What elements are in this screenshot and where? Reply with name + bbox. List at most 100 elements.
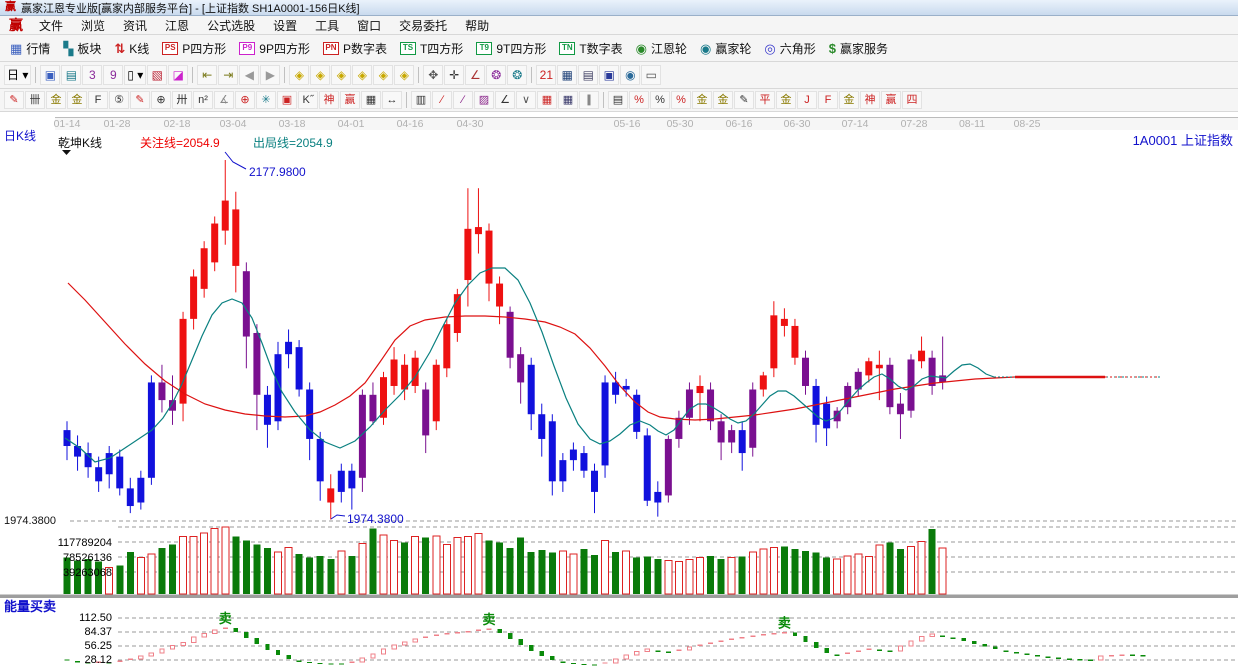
calculator-icon[interactable]: ▦: [557, 65, 577, 85]
gann-wheel-button[interactable]: ◉江恩轮: [630, 38, 693, 59]
fan-purple-tool[interactable]: ∕: [453, 91, 473, 109]
grid-dark-tool[interactable]: ▦: [558, 91, 578, 109]
sectors-button[interactable]: ▚板块: [57, 38, 107, 59]
save-icon[interactable]: ▣: [599, 65, 619, 85]
chart-canvas[interactable]: 01-1401-2802-1803-0403-1804-0104-1604-30…: [0, 117, 1238, 672]
win-angle-tool[interactable]: 赢: [881, 91, 901, 109]
title-bar[interactable]: 赢 赢家江恩专业版[赢家内部服务平台] - [上证指数 SH1A0001-156…: [0, 0, 1238, 16]
gold-angle-tool[interactable]: 金: [839, 91, 859, 109]
ratio-column-tool[interactable]: ▤: [608, 91, 628, 109]
wave3-icon[interactable]: 3: [82, 65, 102, 85]
pen-tool[interactable]: ✎: [4, 91, 24, 109]
gann-diamond-cross[interactable]: ◈: [352, 65, 372, 85]
next-button[interactable]: ▶: [260, 65, 280, 85]
wave9-icon[interactable]: 9: [103, 65, 123, 85]
parallel-lines-tool[interactable]: ∥: [579, 91, 599, 109]
pen-ruler-tool[interactable]: ✎: [130, 91, 150, 109]
first-button[interactable]: ⇤: [197, 65, 217, 85]
gann-diamond-right[interactable]: ◈: [310, 65, 330, 85]
fan-red-tool[interactable]: ∕: [432, 91, 452, 109]
compass-star-tool[interactable]: ✳: [256, 91, 276, 109]
hexagon-button[interactable]: ◎六角形: [758, 38, 821, 59]
pen-black-tool[interactable]: ✎: [734, 91, 754, 109]
pct-line-tool[interactable]: %: [671, 91, 691, 109]
time-cycle-tool[interactable]: ⊕: [151, 91, 171, 109]
grid-red-tool[interactable]: ▦: [537, 91, 557, 109]
prev-button[interactable]: ◀: [239, 65, 259, 85]
f-grid-tool[interactable]: F: [88, 91, 108, 109]
last-button[interactable]: ⇥: [218, 65, 238, 85]
j-angle-tool[interactable]: J: [797, 91, 817, 109]
pct-angle-tool[interactable]: %: [629, 91, 649, 109]
period-selector[interactable]: 日 ▾: [4, 65, 31, 85]
clipboard-icon[interactable]: ▤: [61, 65, 81, 85]
protractor-tool[interactable]: ∡: [214, 91, 234, 109]
gann-diamond-horizontal[interactable]: ◈: [331, 65, 351, 85]
kline-type-dropdown-icon[interactable]: [62, 150, 71, 155]
wheel-small-teal-icon[interactable]: ❂: [507, 65, 527, 85]
p-square-button[interactable]: PSP四方形: [156, 38, 232, 59]
spiral-tool[interactable]: ⑤: [109, 91, 129, 109]
menu-settings[interactable]: 设置: [264, 16, 306, 34]
menu-news[interactable]: 资讯: [114, 16, 156, 34]
candle-style-selector[interactable]: ▯ ▾: [124, 65, 146, 85]
calendar-icon[interactable]: 21: [536, 65, 556, 85]
menu-browse[interactable]: 浏览: [72, 16, 114, 34]
gann-diamond-plus[interactable]: ◈: [394, 65, 414, 85]
gold-circle-tool[interactable]: 金: [692, 91, 712, 109]
menu-formula-pick[interactable]: 公式选股: [198, 16, 264, 34]
crosshair-tool[interactable]: ✛: [444, 65, 464, 85]
v-wave-tool[interactable]: ∨: [516, 91, 536, 109]
gold-line-tool[interactable]: 金: [713, 91, 733, 109]
f-angle-tool[interactable]: F: [818, 91, 838, 109]
notes-icon[interactable]: ▤: [578, 65, 598, 85]
win-grid-tool[interactable]: 赢: [340, 91, 360, 109]
histogram-icon[interactable]: ◪: [168, 65, 188, 85]
p9-square-button[interactable]: P99P四方形: [233, 38, 316, 59]
winner-service-button[interactable]: $赢家服务: [823, 38, 894, 59]
shade-square-tool[interactable]: ▨: [474, 91, 494, 109]
ping-grid-tool[interactable]: 平: [755, 91, 775, 109]
p-table-button[interactable]: PNP数字表: [317, 38, 393, 59]
ratio-tool[interactable]: ▥: [411, 91, 431, 109]
square-target-tool[interactable]: ▣: [277, 91, 297, 109]
kline-button[interactable]: ⇅K线: [108, 38, 155, 59]
gold-line2-tool[interactable]: 金: [776, 91, 796, 109]
volume-bar: [802, 551, 809, 594]
grid-lines-tool[interactable]: 卌: [25, 91, 45, 109]
hand-tool[interactable]: ✥: [423, 65, 443, 85]
n2-tool[interactable]: n²: [193, 91, 213, 109]
gold-grid-tool[interactable]: 金: [46, 91, 66, 109]
angle-zero-tool[interactable]: ∠: [465, 65, 485, 85]
menu-tools[interactable]: 工具: [306, 16, 348, 34]
wheel-small-purple-icon[interactable]: ❂: [486, 65, 506, 85]
save-web-icon[interactable]: ◉: [620, 65, 640, 85]
k-mark-tool[interactable]: K˝: [298, 91, 318, 109]
shen-grid-tool[interactable]: 神: [319, 91, 339, 109]
menu-gann[interactable]: 江恩: [156, 16, 198, 34]
menu-trade[interactable]: 交易委托: [390, 16, 456, 34]
target-red-tool[interactable]: ⊕: [235, 91, 255, 109]
angle-lines-tool[interactable]: ∠: [495, 91, 515, 109]
menu-help[interactable]: 帮助: [456, 16, 498, 34]
h-arrows-tool[interactable]: ↔: [382, 91, 402, 109]
menu-window[interactable]: 窗口: [348, 16, 390, 34]
gann-diamond-star[interactable]: ◈: [373, 65, 393, 85]
grid-123-tool[interactable]: ▦: [361, 91, 381, 109]
shen-angle-tool[interactable]: 神: [860, 91, 880, 109]
winner-wheel-button[interactable]: ◉赢家轮: [694, 38, 757, 59]
gold-grid2-tool[interactable]: 金: [67, 91, 87, 109]
menu-file[interactable]: 文件: [30, 16, 72, 34]
market-button[interactable]: ▦行情: [4, 38, 56, 59]
si-angle-tool[interactable]: 四: [902, 91, 922, 109]
t-table-button[interactable]: TNT数字表: [553, 38, 628, 59]
volume-pane: [64, 527, 947, 594]
gann-diamond-left[interactable]: ◈: [289, 65, 309, 85]
hash-lines-tool[interactable]: 卅: [172, 91, 192, 109]
screen-icon[interactable]: ▣: [40, 65, 60, 85]
t9-square-button[interactable]: T99T四方形: [470, 38, 552, 59]
print-icon[interactable]: ▭: [641, 65, 661, 85]
pct-tool[interactable]: %: [650, 91, 670, 109]
t-square-button[interactable]: TST四方形: [394, 38, 469, 59]
marked-chart-icon[interactable]: ▧: [147, 65, 167, 85]
